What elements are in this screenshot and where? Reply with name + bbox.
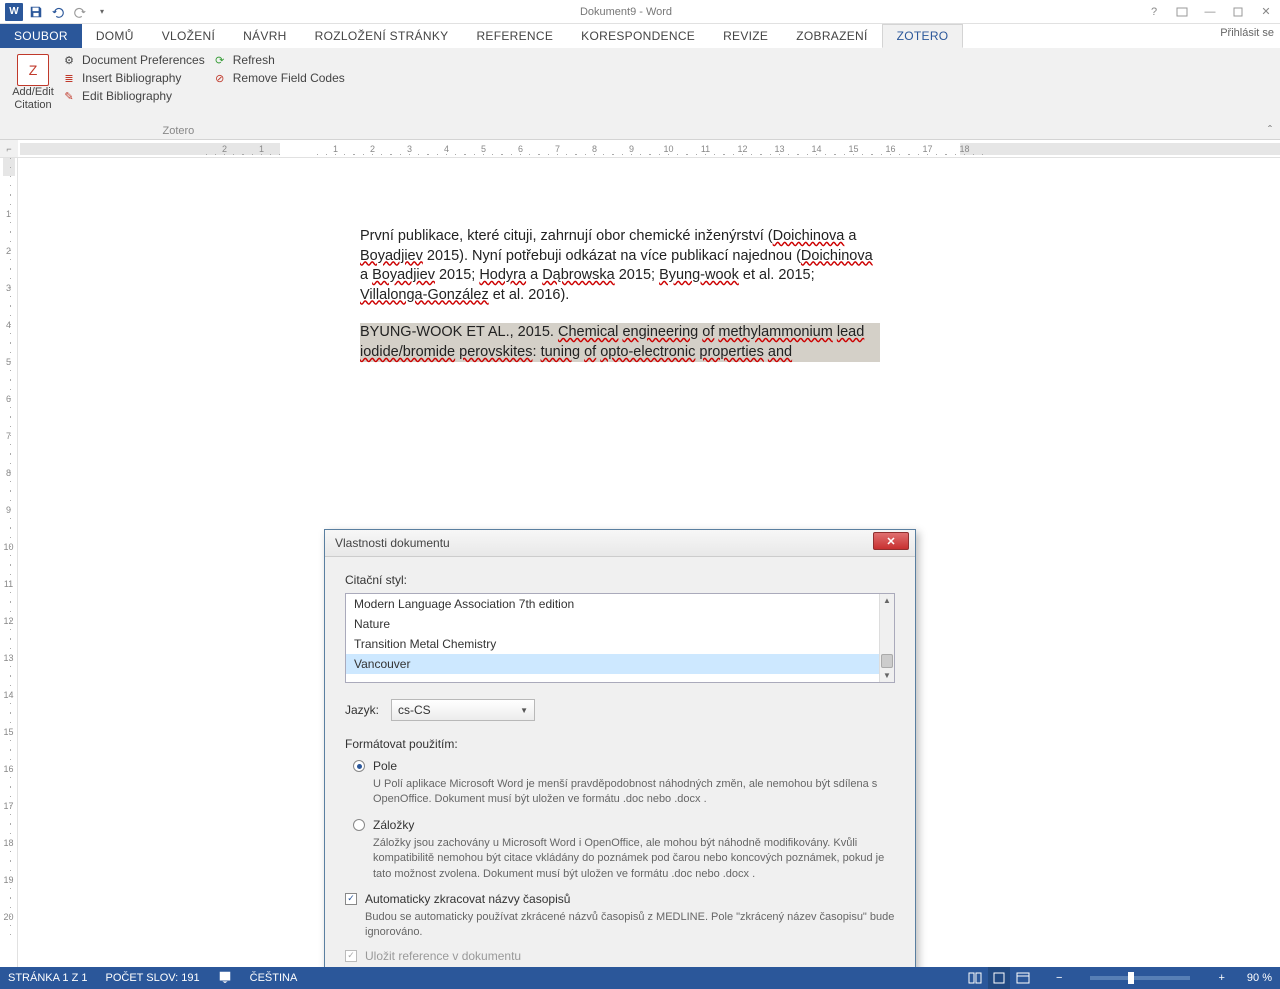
add-edit-citation-label: Add/Edit Citation	[10, 86, 56, 112]
ruler-corner: ⌐	[0, 140, 18, 158]
checkbox-store-refs-label: Uložit reference v dokumentu	[365, 949, 521, 963]
remove-field-codes-label: Remove Field Codes	[233, 71, 345, 85]
statusbar: STRÁNKA 1 Z 1 POČET SLOV: 191 ČEŠTINA − …	[0, 967, 1280, 989]
chevron-down-icon: ▼	[520, 706, 528, 715]
refresh-button[interactable]: ⟳ Refresh	[209, 52, 349, 68]
radio-fields[interactable]	[353, 760, 365, 772]
word-count[interactable]: POČET SLOV: 191	[105, 972, 199, 984]
scroll-down-icon[interactable]: ▼	[880, 669, 894, 682]
zoom-thumb[interactable]	[1128, 972, 1134, 984]
window-controls: ? — ✕	[1140, 1, 1280, 23]
auto-abbrev-description: Budou se automaticky používat zkrácené n…	[365, 910, 895, 941]
save-icon[interactable]	[26, 2, 46, 22]
checkbox-auto-abbrev-label: Automaticky zkracovat názvy časopisů	[365, 892, 570, 906]
insert-bibliography-label: Insert Bibliography	[82, 71, 181, 85]
sign-in-link[interactable]: Přihlásit se	[1220, 27, 1274, 39]
zoom-level[interactable]: 90 %	[1247, 972, 1272, 984]
radio-fields-description: U Polí aplikace Microsoft Word je menší …	[373, 777, 895, 808]
radio-bookmarks-description: Záložky jsou zachovány u Microsoft Word …	[373, 836, 895, 882]
view-print-layout-icon[interactable]	[988, 967, 1010, 989]
redo-icon[interactable]	[70, 2, 90, 22]
ribbon: Z Add/Edit Citation ⚙ Document Preference…	[0, 48, 1280, 140]
quick-access-toolbar: W ▾	[0, 2, 112, 22]
zotero-citation-icon: Z	[17, 54, 49, 86]
tab-design[interactable]: NÁVRH	[229, 24, 301, 48]
checkbox-auto-abbrev[interactable]: ✓	[345, 893, 357, 905]
close-icon[interactable]: ✕	[1252, 1, 1280, 23]
undo-icon[interactable]	[48, 2, 68, 22]
ribbon-group-label: Zotero	[8, 125, 349, 139]
insert-bibliography-button[interactable]: ≣ Insert Bibliography	[58, 70, 209, 86]
zoom-in-button[interactable]: +	[1214, 972, 1228, 984]
style-option-tmc[interactable]: Transition Metal Chemistry	[346, 634, 879, 654]
qat-customize-icon[interactable]: ▾	[92, 2, 112, 22]
style-option-nature[interactable]: Nature	[346, 614, 879, 634]
maximize-icon[interactable]	[1224, 1, 1252, 23]
ribbon-group-zotero: Z Add/Edit Citation ⚙ Document Preference…	[0, 48, 357, 139]
tab-mailings[interactable]: KORESPONDENCE	[567, 24, 709, 48]
document-properties-dialog: Vlastnosti dokumentu ✕ Citační styl: Mod…	[324, 529, 916, 967]
language-indicator[interactable]: ČEŠTINA	[250, 972, 298, 984]
radio-fields-label: Pole	[373, 759, 397, 773]
document-title: Dokument9 - Word	[112, 6, 1140, 18]
tab-layout[interactable]: ROZLOŽENÍ STRÁNKY	[301, 24, 463, 48]
language-label: Jazyk:	[345, 703, 379, 717]
proofing-icon[interactable]	[218, 970, 232, 987]
citation-style-label: Citační styl:	[345, 573, 895, 587]
refresh-icon: ⟳	[213, 53, 227, 67]
ribbon-tabs: SOUBOR DOMŮ VLOŽENÍ NÁVRH ROZLOŽENÍ STRÁ…	[0, 24, 1280, 48]
workspace: 1234567891011121314151617181920 První pu…	[0, 158, 1280, 967]
titlebar: W ▾ Dokument9 - Word ? — ✕	[0, 0, 1280, 24]
edit-bibliography-icon: ✎	[62, 89, 76, 103]
minimize-icon[interactable]: —	[1196, 1, 1224, 23]
zoom-slider[interactable]	[1090, 976, 1190, 980]
document-preferences-button[interactable]: ⚙ Document Preferences	[58, 52, 209, 68]
remove-field-codes-button[interactable]: ⊘ Remove Field Codes	[209, 70, 349, 86]
tab-zotero[interactable]: ZOTERO	[882, 24, 964, 48]
view-read-mode-icon[interactable]	[964, 967, 986, 989]
dialog-close-button[interactable]: ✕	[873, 532, 909, 550]
view-web-layout-icon[interactable]	[1012, 967, 1034, 989]
style-option-vancouver[interactable]: Vancouver	[346, 654, 879, 674]
radio-bookmarks[interactable]	[353, 819, 365, 831]
citation-style-listbox[interactable]: Modern Language Association 7th edition …	[345, 593, 895, 683]
add-edit-citation-button[interactable]: Z Add/Edit Citation	[8, 50, 58, 112]
collapse-ribbon-icon[interactable]: ˆ	[1268, 123, 1272, 137]
tab-home[interactable]: DOMŮ	[82, 24, 148, 48]
refresh-label: Refresh	[233, 53, 275, 67]
listbox-scrollbar[interactable]: ▲ ▼	[879, 594, 894, 682]
tab-review[interactable]: REVIZE	[709, 24, 782, 48]
dialog-title-text: Vlastnosti dokumentu	[335, 536, 450, 550]
document-page[interactable]: První publikace, které cituji, zahrnují …	[280, 172, 960, 435]
scroll-thumb[interactable]	[881, 654, 893, 668]
paragraph-1[interactable]: První publikace, které cituji, zahrnují …	[360, 227, 880, 305]
dialog-titlebar[interactable]: Vlastnosti dokumentu ✕	[325, 530, 915, 557]
help-icon[interactable]: ?	[1140, 1, 1168, 23]
word-app-icon[interactable]: W	[4, 2, 24, 22]
language-value: cs-CS	[398, 703, 431, 717]
page-indicator[interactable]: STRÁNKA 1 Z 1	[8, 972, 87, 984]
gear-icon: ⚙	[62, 53, 76, 67]
tab-file[interactable]: SOUBOR	[0, 24, 82, 48]
edit-bibliography-label: Edit Bibliography	[82, 89, 172, 103]
style-option-mla[interactable]: Modern Language Association 7th edition	[346, 594, 879, 614]
ribbon-display-icon[interactable]	[1168, 1, 1196, 23]
bibliography-icon: ≣	[62, 71, 76, 85]
edit-bibliography-button[interactable]: ✎ Edit Bibliography	[58, 88, 209, 104]
document-preferences-label: Document Preferences	[82, 53, 205, 67]
radio-bookmarks-label: Záložky	[373, 818, 414, 832]
remove-codes-icon: ⊘	[213, 71, 227, 85]
paragraph-2[interactable]: BYUNG-WOOK ET AL., 2015. Chemical engine…	[360, 323, 880, 362]
vertical-ruler[interactable]: 1234567891011121314151617181920	[0, 158, 18, 967]
scroll-up-icon[interactable]: ▲	[880, 594, 894, 607]
language-select[interactable]: cs-CS ▼	[391, 699, 535, 721]
tab-insert[interactable]: VLOŽENÍ	[148, 24, 229, 48]
tab-references[interactable]: REFERENCE	[462, 24, 567, 48]
zoom-out-button[interactable]: −	[1052, 972, 1066, 984]
format-using-label: Formátovat použitím:	[345, 737, 895, 751]
horizontal-ruler[interactable]: ⌐ 21123456789101112131415161718	[0, 140, 1280, 158]
checkbox-store-refs: ✓	[345, 950, 357, 962]
tab-view[interactable]: ZOBRAZENÍ	[782, 24, 881, 48]
